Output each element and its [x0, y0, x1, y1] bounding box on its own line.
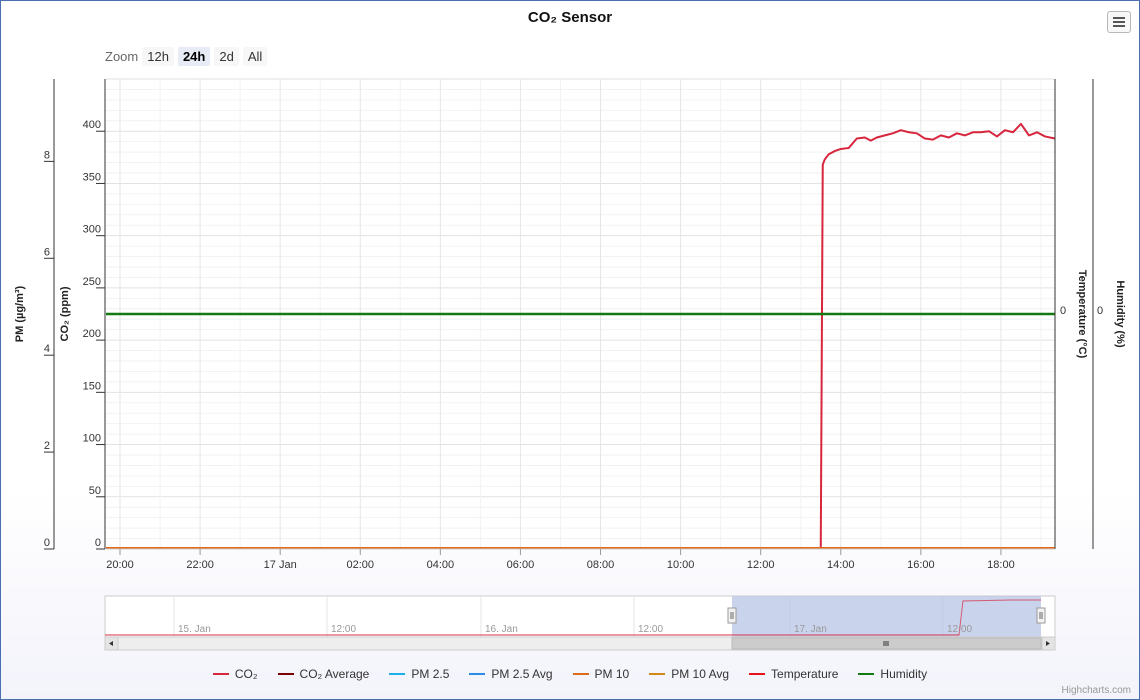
x-tick-label: 22:00: [186, 559, 214, 571]
legend-label: Temperature: [771, 667, 839, 681]
pm-axis-title: PM (µg/m³): [14, 285, 26, 342]
legend-item[interactable]: Humidity: [858, 667, 927, 681]
co2-tick-label: 300: [83, 224, 101, 236]
navigator[interactable]: 15. Jan 12:00 16. Jan 12:00 17. Jan 12:0…: [104, 595, 1056, 638]
legend-item[interactable]: Temperature: [749, 667, 838, 681]
legend-label: Humidity: [880, 667, 928, 681]
co2-tick-label: 0: [95, 537, 101, 549]
legend-swatch: [277, 673, 294, 675]
legend-swatch: [572, 673, 589, 675]
pm-tick-label: 6: [44, 246, 50, 258]
navigator-selection[interactable]: [732, 596, 1041, 637]
pm-tick-label: 0: [44, 537, 50, 549]
credits-link[interactable]: Highcharts.com: [1062, 685, 1131, 696]
x-tick-label: 16:00: [907, 559, 935, 571]
legend-item[interactable]: PM 10: [572, 667, 630, 681]
legend-item[interactable]: PM 2.5: [389, 667, 449, 681]
legend-item[interactable]: CO₂: [212, 667, 258, 681]
navigator-label: 12:00: [331, 624, 356, 635]
x-tick-label: 12:00: [747, 559, 775, 571]
legend-item[interactable]: PM 10 Avg: [649, 667, 729, 681]
x-tick-label: 17 Jan: [264, 559, 297, 571]
co2-axis-title: CO₂ (ppm): [59, 286, 71, 341]
co2-tick-label: 200: [83, 328, 101, 340]
legend-label: CO₂ Average: [299, 667, 370, 681]
pm-tick-label: 4: [44, 343, 50, 355]
chart-container: CO₂ Sensor Zoom 12h 24h 2d All 0 50 100 150…: [0, 0, 1140, 700]
legend-swatch: [749, 673, 766, 675]
co2-tick-label: 150: [83, 380, 101, 392]
legend-label: PM 10 Avg: [671, 667, 730, 681]
co2-tick-label: 400: [83, 119, 101, 131]
legend: CO₂ CO₂ Average PM 2.5 PM 2.5 Avg PM 10 PM 10…: [1, 664, 1139, 684]
scrollbar[interactable]: [104, 636, 1056, 651]
navigator-label: 12:00: [947, 624, 972, 635]
navigator-right-handle[interactable]: [1036, 607, 1046, 624]
legend-label: PM 2.5: [411, 667, 450, 681]
legend-swatch: [389, 673, 406, 675]
legend-label: PM 2.5 Avg: [491, 667, 553, 681]
x-tick-label: 06:00: [507, 559, 535, 571]
legend-item[interactable]: CO₂ Average: [277, 667, 370, 681]
navigator-left-handle[interactable]: [727, 607, 737, 624]
legend-swatch: [212, 673, 229, 675]
chart-svg: 0 50 100 150 200 250 300 350 400 0 2 4 6 8 20:00 22:00 1…: [14, 78, 1126, 651]
x-tick-label: 18:00: [987, 559, 1015, 571]
legend-swatch: [858, 673, 875, 675]
humidity-axis-title: Humidity (%): [1114, 280, 1126, 348]
co2-tick-label: 50: [89, 485, 101, 497]
humidity-axis-tick: 0: [1097, 305, 1103, 317]
x-tick-label: 10:00: [667, 559, 695, 571]
temperature-axis-tick: 0: [1060, 305, 1066, 317]
x-tick-label: 04:00: [427, 559, 455, 571]
co2-tick-label: 350: [83, 171, 101, 183]
pm-tick-label: 2: [44, 440, 50, 452]
navigator-label: 16. Jan: [485, 624, 518, 635]
legend-swatch: [649, 673, 666, 675]
navigator-label: 15. Jan: [178, 624, 211, 635]
navigator-label: 17. Jan: [794, 624, 827, 635]
x-tick-label: 08:00: [587, 559, 615, 571]
co2-tick-label: 100: [83, 433, 101, 445]
navigator-label: 12:00: [638, 624, 663, 635]
x-tick-label: 14:00: [827, 559, 855, 571]
legend-label: CO₂: [234, 667, 258, 681]
legend-swatch: [469, 673, 486, 675]
x-tick-label: 02:00: [347, 559, 375, 571]
temperature-axis-title: Temperature (°C): [1076, 270, 1088, 359]
legend-item[interactable]: PM 2.5 Avg: [469, 667, 553, 681]
x-tick-label: 20:00: [106, 559, 134, 571]
pm-tick-label: 8: [44, 149, 50, 161]
legend-label: PM 10: [594, 667, 630, 681]
co2-tick-label: 250: [83, 276, 101, 288]
